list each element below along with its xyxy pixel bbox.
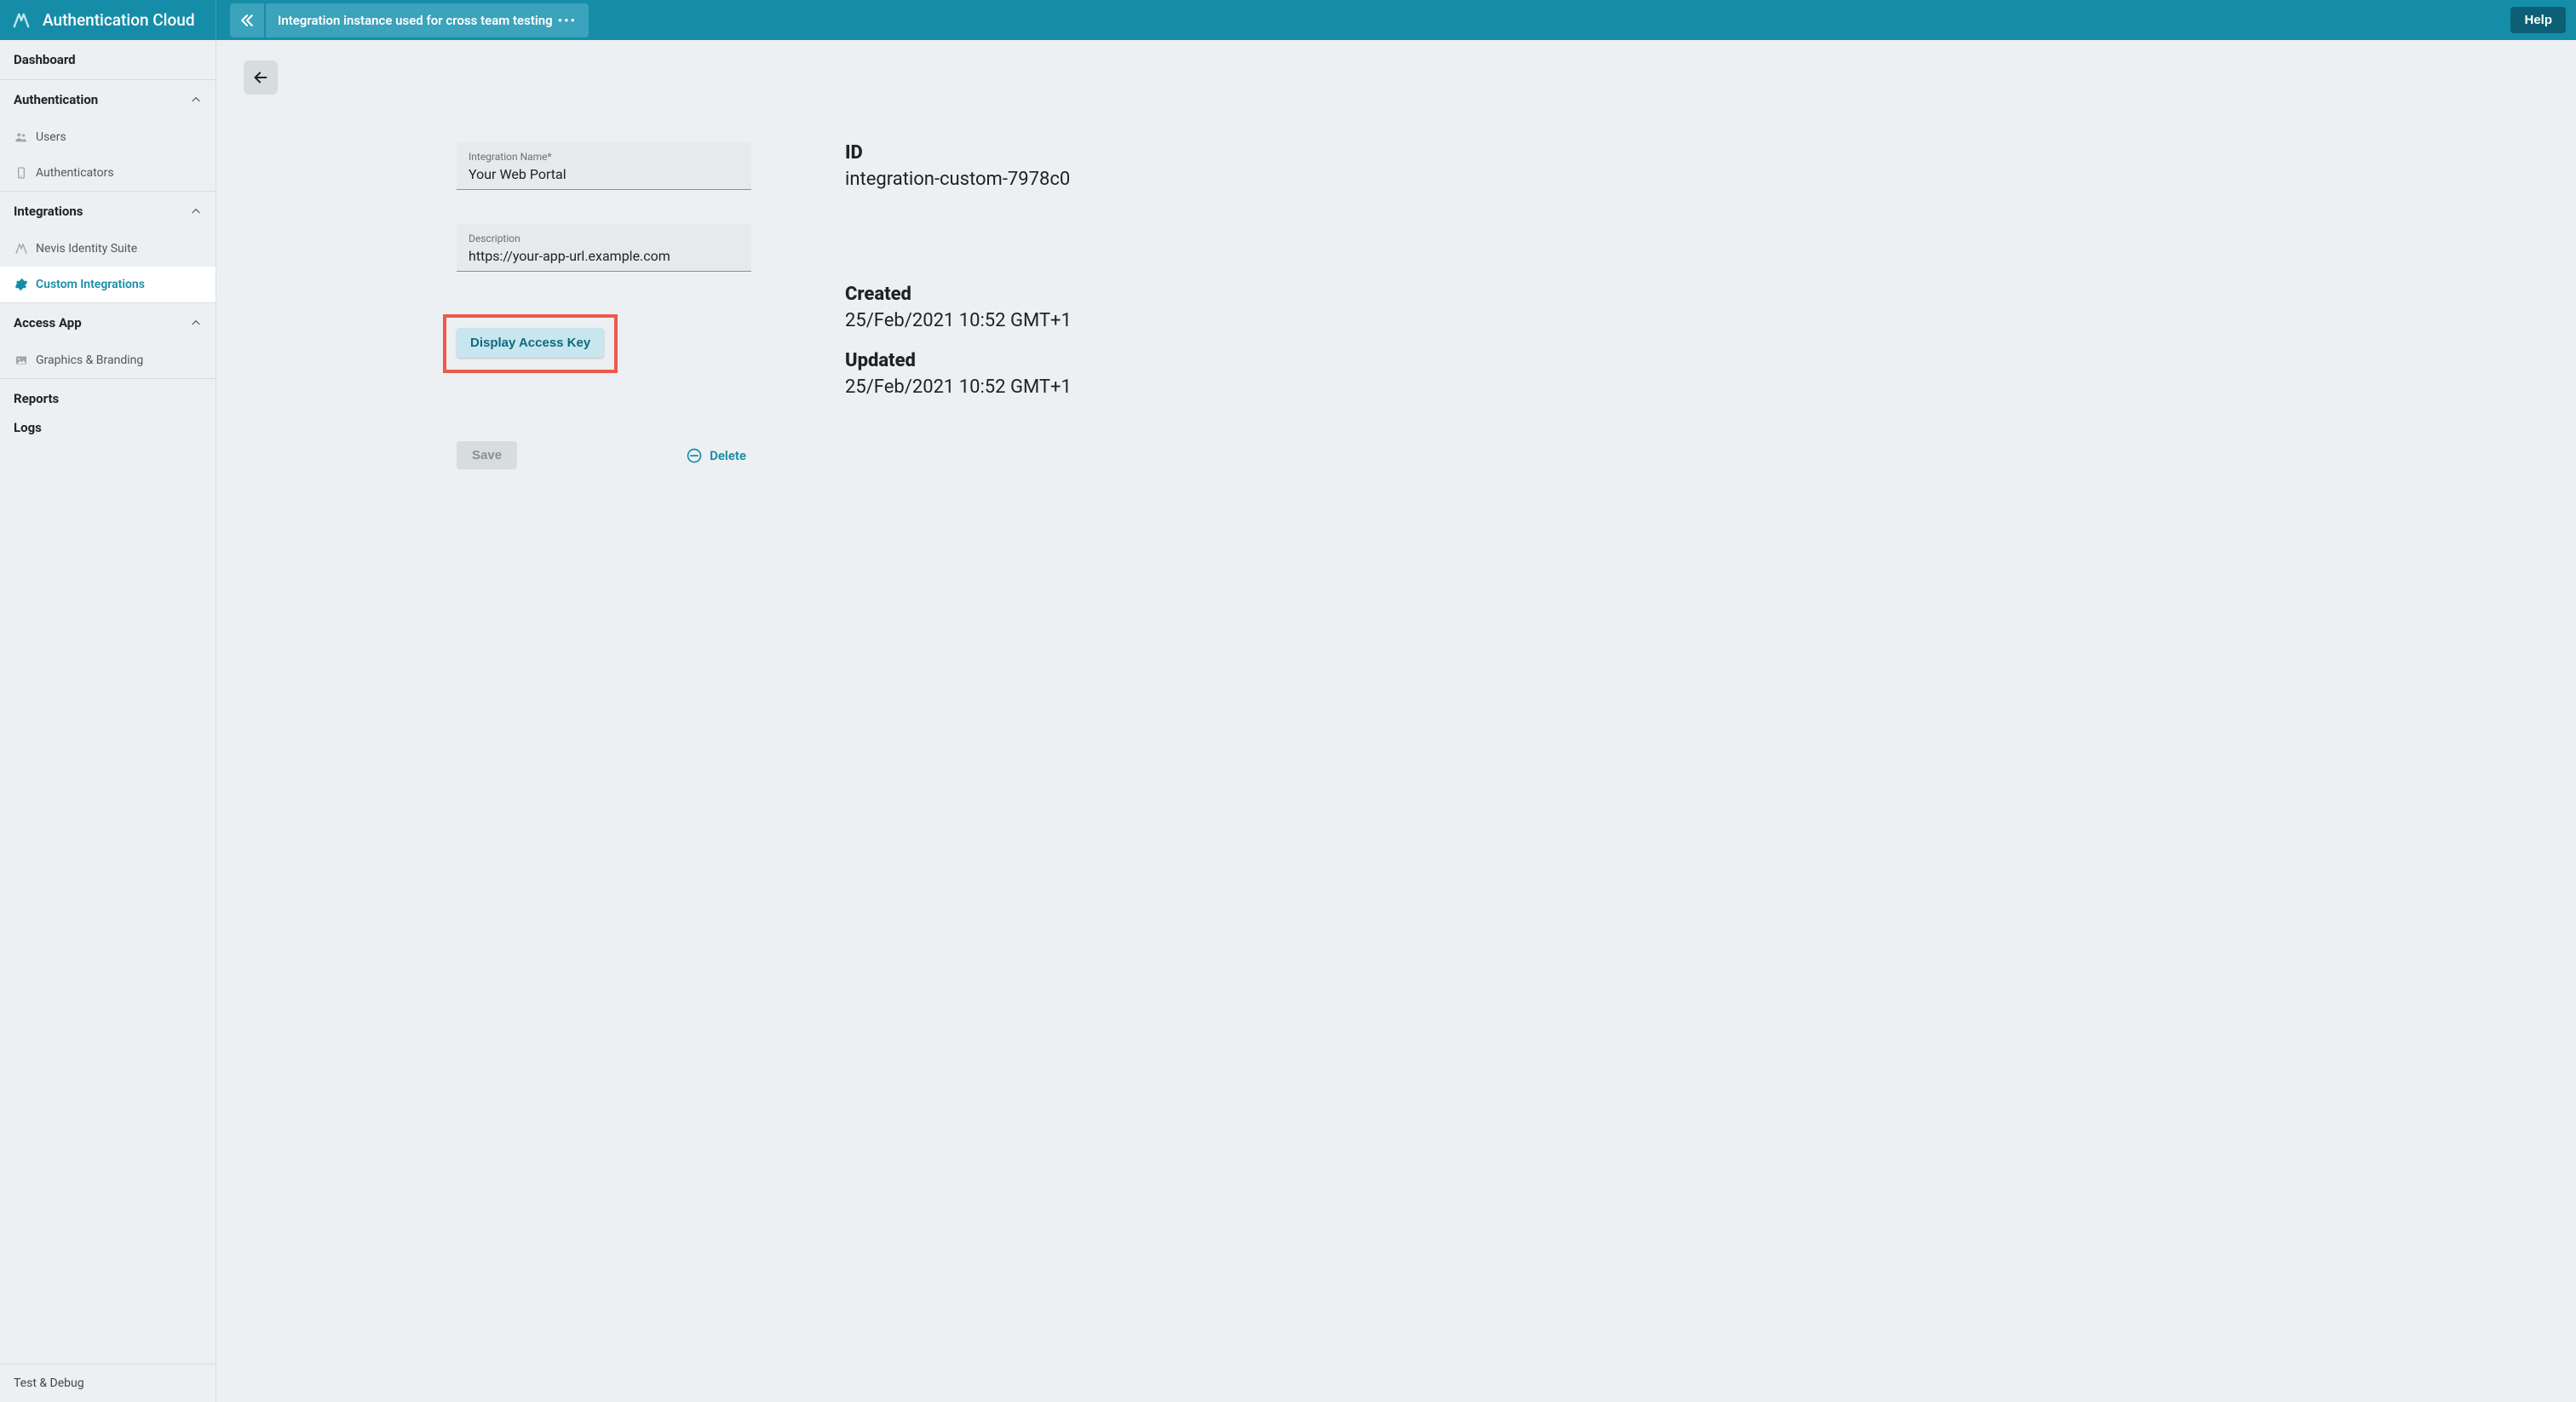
chevron-double-left-icon — [239, 12, 256, 29]
sidebar: Dashboard Authentication Users — [0, 40, 216, 1402]
meta-id-value: integration-custom-7978c0 — [845, 169, 1072, 190]
back-button[interactable] — [244, 60, 278, 95]
sidebar-item-custom-integrations-label: Custom Integrations — [36, 278, 145, 291]
meta-updated-label: Updated — [845, 350, 1072, 371]
users-icon — [14, 129, 29, 145]
sidebar-item-users[interactable]: Users — [0, 119, 216, 155]
integration-name-input[interactable] — [469, 166, 739, 182]
breadcrumb-label: Integration instance used for cross team… — [278, 13, 553, 28]
sidebar-section-integrations: Integrations Nevis Identity Suite Custom… — [0, 191, 216, 302]
delete-button[interactable]: Delete — [686, 447, 746, 464]
integration-name-label: Integration Name* — [469, 151, 739, 163]
sidebar-item-authenticators-label: Authenticators — [36, 166, 114, 180]
brand-logo-icon — [12, 11, 31, 30]
integration-name-field[interactable]: Integration Name* — [457, 142, 751, 190]
description-input[interactable] — [469, 248, 739, 264]
chevron-up-icon — [190, 317, 202, 329]
chevron-up-icon — [190, 94, 202, 106]
sidebar-section-access-app-header[interactable]: Access App — [0, 303, 216, 342]
meta-id-label: ID — [845, 142, 1072, 164]
description-field[interactable]: Description — [457, 224, 751, 272]
sidebar-section-access-app-label: Access App — [14, 315, 82, 330]
main-content: Integration Name* Description Display Ac… — [216, 40, 2576, 1402]
meta-created-label: Created — [845, 284, 1072, 305]
breadcrumb-more-icon: ••• — [558, 13, 577, 28]
brand-title: Authentication Cloud — [43, 10, 195, 30]
remove-circle-icon — [686, 447, 703, 464]
sidebar-item-logs[interactable]: Logs — [0, 418, 216, 447]
description-label: Description — [469, 233, 739, 244]
sidebar-item-graphics-branding-label: Graphics & Branding — [36, 353, 143, 367]
sidebar-section-authentication-label: Authentication — [14, 92, 98, 107]
sidebar-item-users-label: Users — [36, 130, 66, 144]
sidebar-section-integrations-label: Integrations — [14, 204, 83, 219]
sidebar-item-dashboard[interactable]: Dashboard — [0, 40, 216, 79]
sidebar-item-nevis-identity-suite[interactable]: Nevis Identity Suite — [0, 231, 216, 267]
image-icon — [14, 353, 29, 368]
meta-updated-value: 25/Feb/2021 10:52 GMT+1 — [845, 376, 1072, 398]
arrow-left-icon — [251, 68, 270, 87]
brand[interactable]: Authentication Cloud — [0, 0, 216, 40]
integration-form: Integration Name* Description Display Ac… — [457, 142, 751, 469]
breadcrumb-area: Integration instance used for cross team… — [216, 0, 589, 40]
save-button[interactable]: Save — [457, 441, 517, 469]
integration-meta: ID integration-custom-7978c0 Created 25/… — [845, 142, 1072, 469]
sidebar-section-authentication-header[interactable]: Authentication — [0, 80, 216, 119]
breadcrumb-current[interactable]: Integration instance used for cross team… — [266, 3, 589, 37]
help-button[interactable]: Help — [2510, 7, 2566, 33]
meta-updated: Updated 25/Feb/2021 10:52 GMT+1 — [845, 350, 1072, 398]
nevis-logo-icon — [14, 241, 29, 256]
sidebar-item-test-debug[interactable]: Test & Debug — [0, 1364, 216, 1402]
breadcrumb-collapse-button[interactable] — [230, 3, 264, 37]
sidebar-item-authenticators[interactable]: Authenticators — [0, 155, 216, 191]
sidebar-item-reports[interactable]: Reports — [0, 379, 216, 418]
form-actions: Save Delete — [457, 441, 746, 469]
chevron-up-icon — [190, 205, 202, 217]
meta-created-value: 25/Feb/2021 10:52 GMT+1 — [845, 310, 1072, 331]
sidebar-item-nevis-label: Nevis Identity Suite — [36, 242, 137, 256]
sidebar-item-custom-integrations[interactable]: Custom Integrations — [0, 267, 216, 302]
meta-id: ID integration-custom-7978c0 — [845, 142, 1072, 190]
phone-icon — [14, 165, 29, 181]
sidebar-section-integrations-header[interactable]: Integrations — [0, 192, 216, 231]
sidebar-nav: Dashboard Authentication Users — [0, 40, 216, 1364]
meta-created: Created 25/Feb/2021 10:52 GMT+1 — [845, 284, 1072, 331]
gear-icon — [14, 277, 29, 292]
display-access-key-button[interactable]: Display Access Key — [457, 328, 604, 358]
sidebar-item-graphics-branding[interactable]: Graphics & Branding — [0, 342, 216, 378]
sidebar-section-authentication: Authentication Users Authenticators — [0, 79, 216, 191]
topbar: Authentication Cloud Integration instanc… — [0, 0, 2576, 40]
highlight-annotation: Display Access Key — [443, 314, 618, 373]
delete-label: Delete — [710, 448, 746, 463]
sidebar-section-access-app: Access App Graphics & Branding — [0, 302, 216, 378]
